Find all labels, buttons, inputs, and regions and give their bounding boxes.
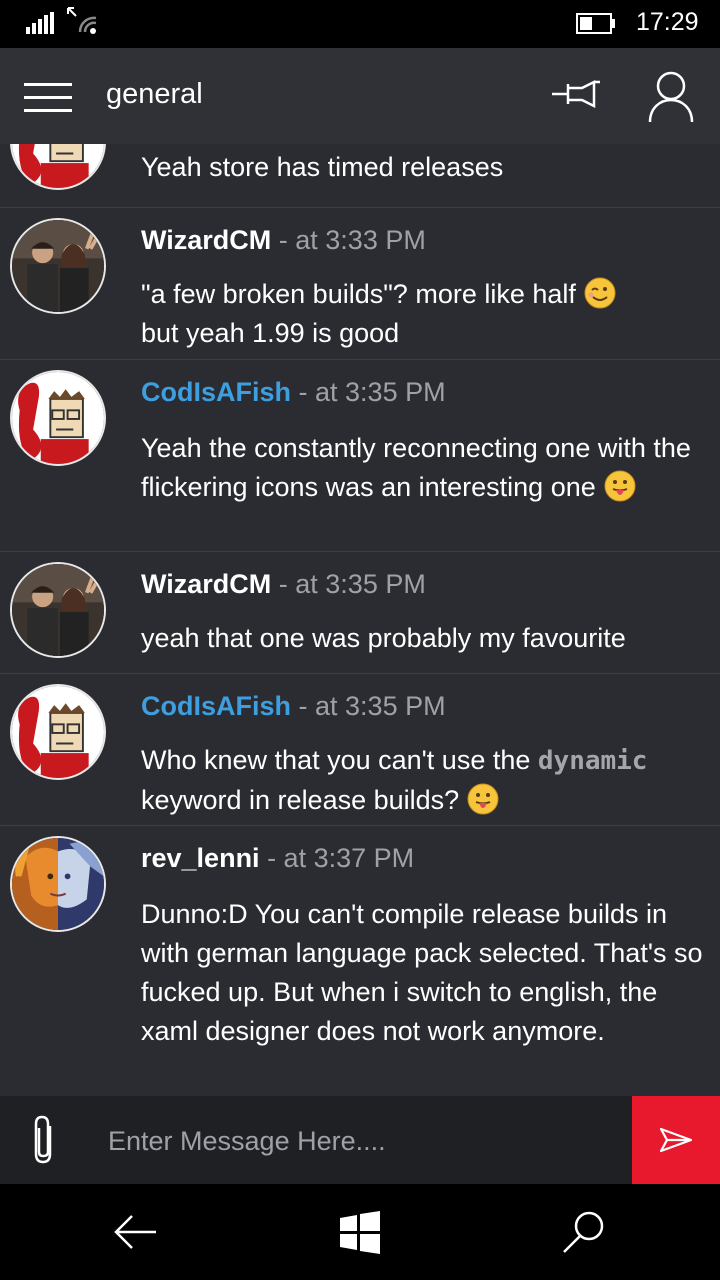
message-line: keyword in release builds?	[141, 785, 460, 815]
message-input[interactable]	[90, 1110, 640, 1172]
message-author[interactable]: WizardCM	[141, 569, 271, 599]
channel-title: general	[106, 78, 203, 110]
avatar[interactable]	[10, 684, 106, 780]
message-text: Who knew that you can't use the dynamic …	[141, 741, 711, 820]
message-author[interactable]: WizardCM	[141, 225, 271, 255]
pin-icon[interactable]	[552, 76, 604, 112]
message-line: "a few broken builds"? more like half	[141, 279, 576, 309]
message-timestamp: - at 3:33 PM	[271, 225, 426, 255]
message-timestamp: - at 3:37 PM	[259, 843, 415, 873]
tongue-emoji-icon	[604, 470, 636, 502]
send-icon	[659, 1127, 693, 1153]
status-bar: 17:29	[0, 0, 720, 48]
avatar[interactable]	[10, 836, 106, 932]
send-button[interactable]	[632, 1096, 720, 1184]
windows-start-icon[interactable]	[336, 1208, 384, 1256]
system-nav-bar	[0, 1184, 720, 1280]
message-author[interactable]: CodIsAFish	[141, 377, 291, 407]
message-text: "a few broken builds"? more like half bu…	[141, 275, 711, 353]
channel-header: general	[0, 48, 720, 144]
inline-code: dynamic	[537, 746, 648, 776]
message-item: CodIsAFish - at 3:35 PM Yeah the constan…	[0, 359, 720, 552]
wifi-icon	[67, 7, 97, 34]
message-item: WizardCM - at 3:35 PM yeah that one was …	[0, 551, 720, 674]
search-icon[interactable]	[560, 1208, 608, 1256]
message-author[interactable]: rev_lenni	[141, 843, 260, 873]
battery-icon	[576, 13, 615, 34]
message-text: yeah that one was probably my favourite	[141, 623, 626, 653]
tongue-emoji-icon	[467, 783, 499, 815]
user-profile-icon[interactable]	[648, 70, 694, 122]
message-line: but yeah 1.99 is good	[141, 318, 400, 348]
message-item: Yeah store has timed releases	[0, 144, 720, 208]
message-meta: WizardCM - at 3:33 PM	[141, 225, 426, 256]
message-item: WizardCM - at 3:33 PM "a few broken buil…	[0, 207, 720, 360]
avatar[interactable]	[10, 562, 106, 658]
message-list[interactable]: Yeah store has timed releases WizardCM -…	[0, 144, 720, 1096]
avatar[interactable]	[10, 144, 106, 190]
paperclip-icon[interactable]	[28, 1114, 62, 1166]
message-meta: rev_lenni - at 3:37 PM	[141, 843, 414, 874]
message-meta: WizardCM - at 3:35 PM	[141, 569, 426, 600]
message-composer	[0, 1096, 720, 1184]
message-line: Who knew that you can't use the	[141, 745, 538, 775]
message-author[interactable]: CodIsAFish	[141, 691, 291, 721]
status-time: 17:29	[636, 8, 699, 36]
message-text: Yeah the constantly reconnecting one wit…	[141, 429, 711, 507]
message-timestamp: - at 3:35 PM	[271, 569, 426, 599]
signal-strength-icon	[26, 12, 54, 34]
message-meta: CodIsAFish - at 3:35 PM	[141, 691, 446, 722]
message-meta: CodIsAFish - at 3:35 PM	[141, 377, 446, 408]
message-item: CodIsAFish - at 3:35 PM Who knew that yo…	[0, 673, 720, 826]
hamburger-menu-icon[interactable]	[24, 83, 72, 113]
avatar[interactable]	[10, 370, 106, 466]
avatar[interactable]	[10, 218, 106, 314]
message-item: rev_lenni - at 3:37 PM Dunno:D You can't…	[0, 825, 720, 1096]
wink-emoji-icon	[584, 277, 616, 309]
message-text: Yeah store has timed releases	[141, 152, 504, 182]
back-arrow-icon[interactable]	[112, 1208, 160, 1256]
message-text: Dunno:D You can't compile release builds…	[141, 899, 703, 1046]
message-timestamp: - at 3:35 PM	[291, 377, 446, 407]
message-timestamp: - at 3:35 PM	[291, 691, 446, 721]
